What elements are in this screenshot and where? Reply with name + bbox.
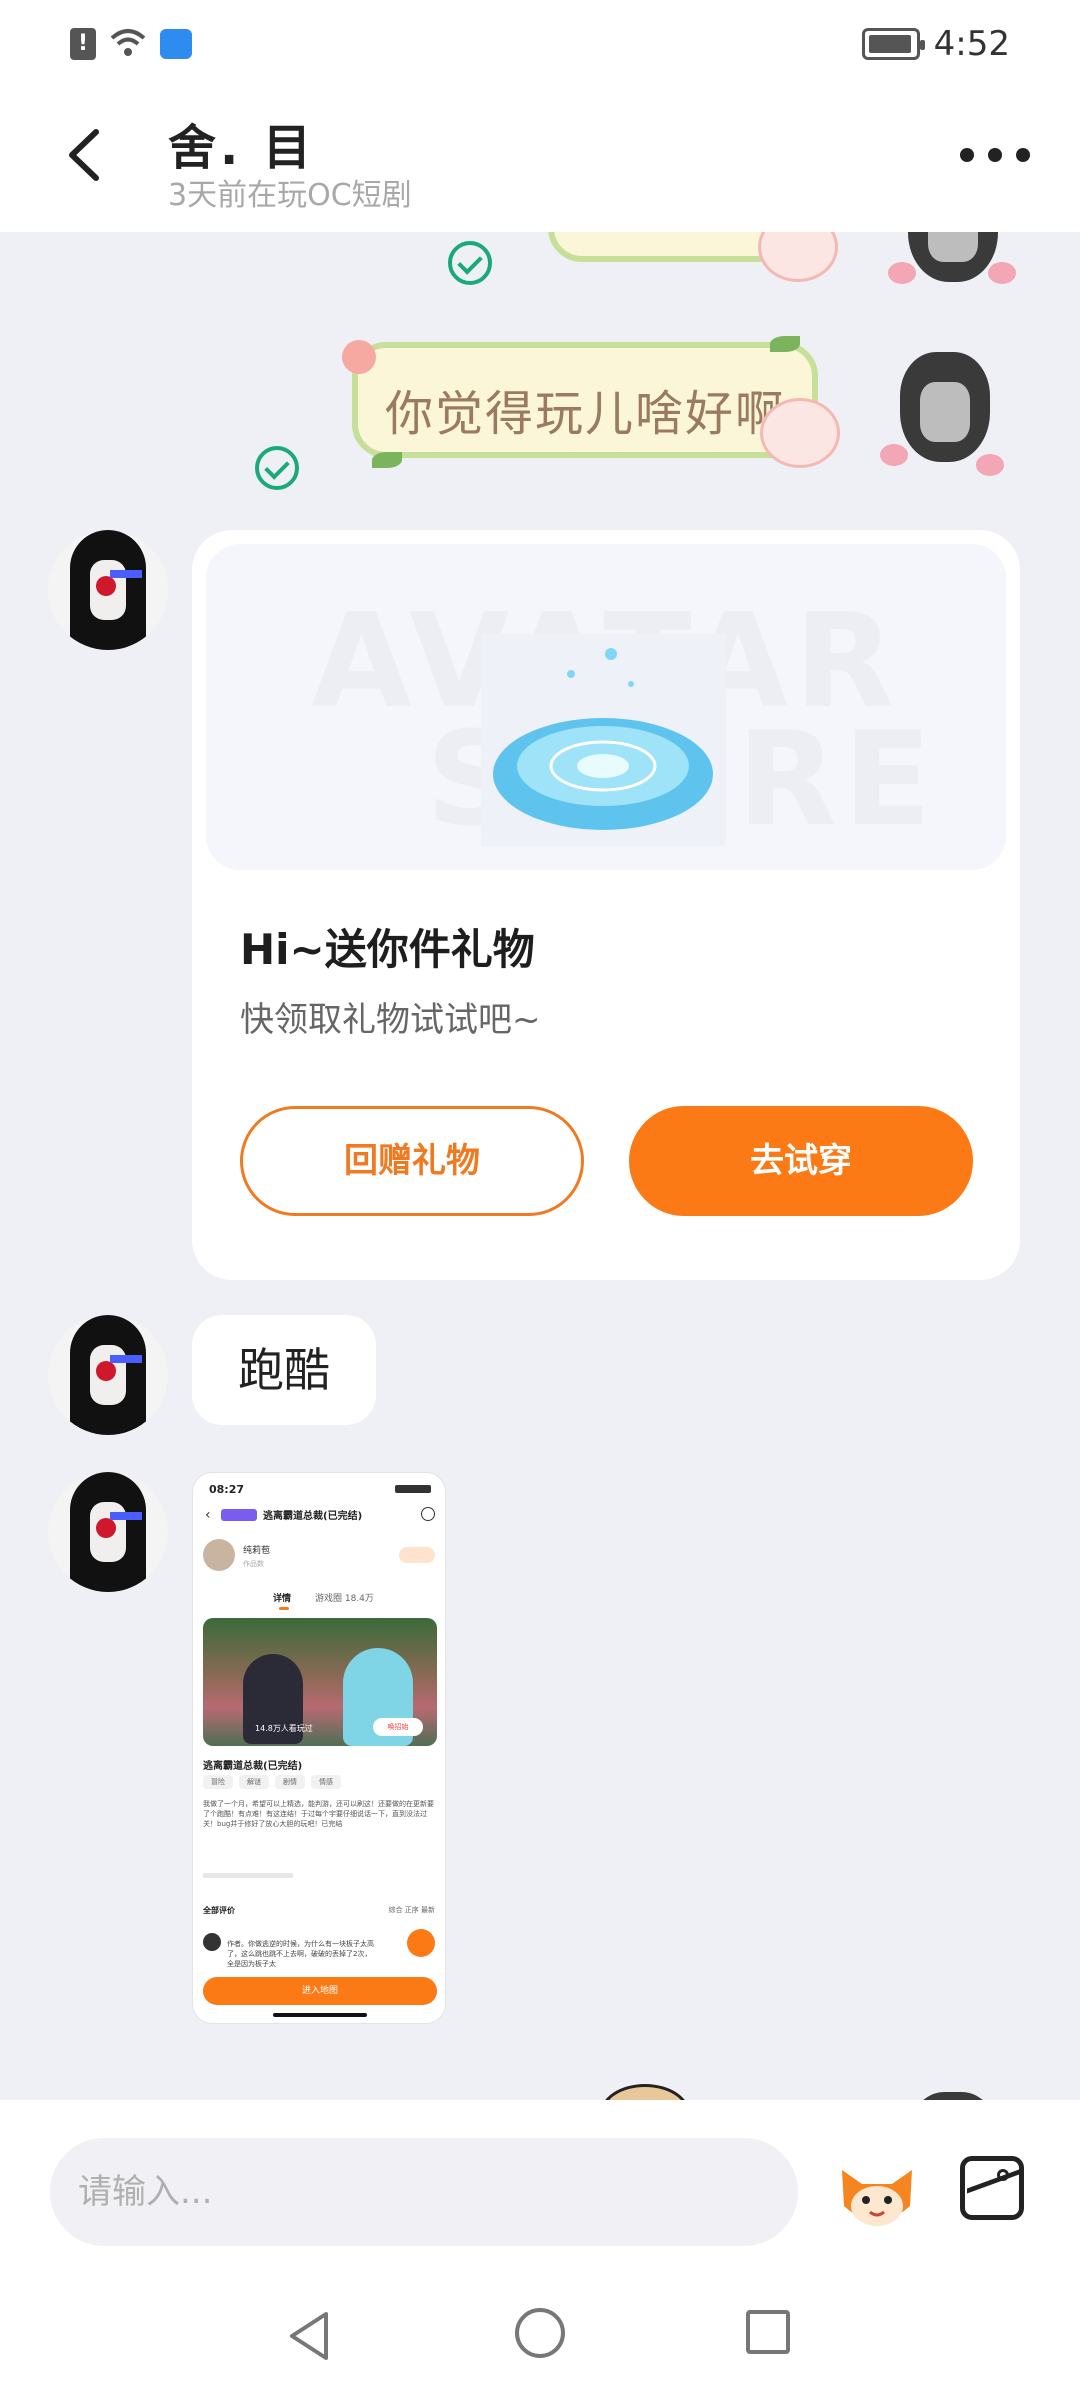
text-message-bubble[interactable]: 跑酷 [192,1315,376,1425]
chat-title: 舍. 目 [168,120,315,176]
screenshot-author: 纯莉苞 [243,1546,271,1556]
screenshot-divider [253,1873,293,1878]
screenshot-tag [221,1509,257,1521]
status-time: 4:52 [933,24,1010,64]
wifi-icon [110,28,146,60]
screenshot-tab-gamecircle: 游戏圈 18.4万 [315,1594,374,1604]
gift-subtitle: 快领取礼物试试吧~ [240,1000,541,1040]
screenshot-author-role: 作品数 [243,1560,264,1568]
dot-icon [988,148,1002,162]
screenshot-title: 逃离霸道总裁(已完结) [263,1511,363,1522]
leaf-decoration [372,452,402,468]
leaf-decoration [770,336,800,352]
cloud-icon [160,29,192,59]
screenshot-tab-indicator [279,1607,289,1610]
dot-icon [1016,148,1030,162]
dot-icon [960,148,974,162]
screenshot-comment-avatar [203,1933,221,1951]
chat-header: 舍. 目 3天前在玩OC短剧 [0,90,1080,232]
screenshot-home-indicator [273,2013,367,2017]
alert-icon: ! [70,28,96,60]
screenshot-info-icon [421,1507,435,1521]
back-button[interactable] [56,120,116,190]
screenshot-review-tabs: 综合 正序 最新 [388,1906,435,1914]
status-bar: ! 4:52 [0,0,1080,90]
sticker-text: 你觉得玩儿啥好啊 [384,386,785,442]
gift-title: Hi~送你件礼物 [240,925,535,974]
message-input[interactable]: 请输入... [50,2138,798,2246]
read-check-icon [448,241,492,285]
screenshot-status-icons [395,1485,431,1493]
screenshot-game-title: 逃离霸道总裁(已完结) [203,1761,303,1772]
sticker-message[interactable]: 你觉得玩儿啥好啊 [352,342,818,458]
more-options-button[interactable] [960,140,1030,170]
sender-avatar[interactable] [888,2072,1018,2100]
return-gift-button[interactable]: 回赠礼物 [240,1106,584,1216]
contact-avatar[interactable] [48,1472,168,1592]
flower-decoration [342,340,376,374]
chat-subtitle: 3天前在玩OC短剧 [168,178,412,213]
battery-icon [861,28,925,60]
screenshot-back-icon: ‹ [205,1507,211,1523]
screenshot-tab-details: 详情 [273,1594,292,1604]
shared-screenshot[interactable]: 08:27 ‹ 逃离霸道总裁(已完结) 纯莉苞 作品数 详情 游戏圈 18.4万… [192,1472,446,2024]
screenshot-edit-icon [407,1929,435,1957]
sticker-partial [600,2084,690,2100]
read-check-icon [255,446,299,490]
contact-avatar[interactable] [48,530,168,650]
gift-image: AVATAR STORE [206,544,1006,870]
gift-card[interactable]: AVATAR STORE Hi~送你件礼物 快领取礼物试试吧~ 回赠礼物 去试穿 [192,530,1020,1280]
screenshot-author-avatar [203,1539,235,1571]
status-icons: ! [70,28,192,60]
screenshot-hero-button: 唤招始 [373,1718,423,1736]
contact-avatar[interactable] [48,1315,168,1435]
screenshot-hero-image: 14.8万人看玩过 唤招始 [203,1618,437,1746]
screenshot-chip: 解谜 [239,1775,269,1789]
image-picker-icon[interactable] [960,2156,1024,2220]
screenshot-follow-badge [399,1547,435,1563]
screenshot-time: 08:27 [209,1483,245,1496]
screenshot-reviews-label: 全部评价 [203,1906,235,1915]
screenshot-chip: 冒险 [203,1775,233,1789]
nav-home-icon[interactable] [515,2308,565,2358]
nav-back-icon[interactable] [284,2308,334,2364]
bunny-decoration [760,398,840,468]
sender-avatar[interactable] [888,232,1018,302]
gift-platform-icon [481,634,726,846]
screenshot-comment: 作者。你做逃逆的时候，为什么有一块板子太高了，这么跳也跳不上去啊，破破的丢掉了2… [227,1940,374,1968]
message-input-bar: 请输入... [0,2100,1080,2270]
screenshot-description: 我做了一个月，希望可以上精选，能判游，还可以刷这！还要做的在更新要了个跑酷！有点… [203,1800,434,1828]
screenshot-tags: 冒险 解谜 剧情 情感 [203,1775,341,1789]
screenshot-chip: 情感 [311,1775,341,1789]
screenshot-hero-count: 14.8万人看玩过 [255,1724,313,1733]
chat-message-list[interactable]: 你觉得玩儿啥好啊 AVATAR STORE Hi~送你件礼物 快 [0,232,1080,2100]
sender-avatar[interactable] [880,332,1010,482]
fox-emoji-icon[interactable] [832,2150,922,2232]
screenshot-enter-button: 进入地图 [203,1977,437,2005]
nav-recents-icon[interactable] [746,2310,790,2354]
try-on-button[interactable]: 去试穿 [629,1106,973,1216]
bunny-decoration [758,232,838,282]
chevron-left-icon [69,129,99,181]
screenshot-chip: 剧情 [275,1775,305,1789]
system-nav-bar [0,2270,1080,2400]
